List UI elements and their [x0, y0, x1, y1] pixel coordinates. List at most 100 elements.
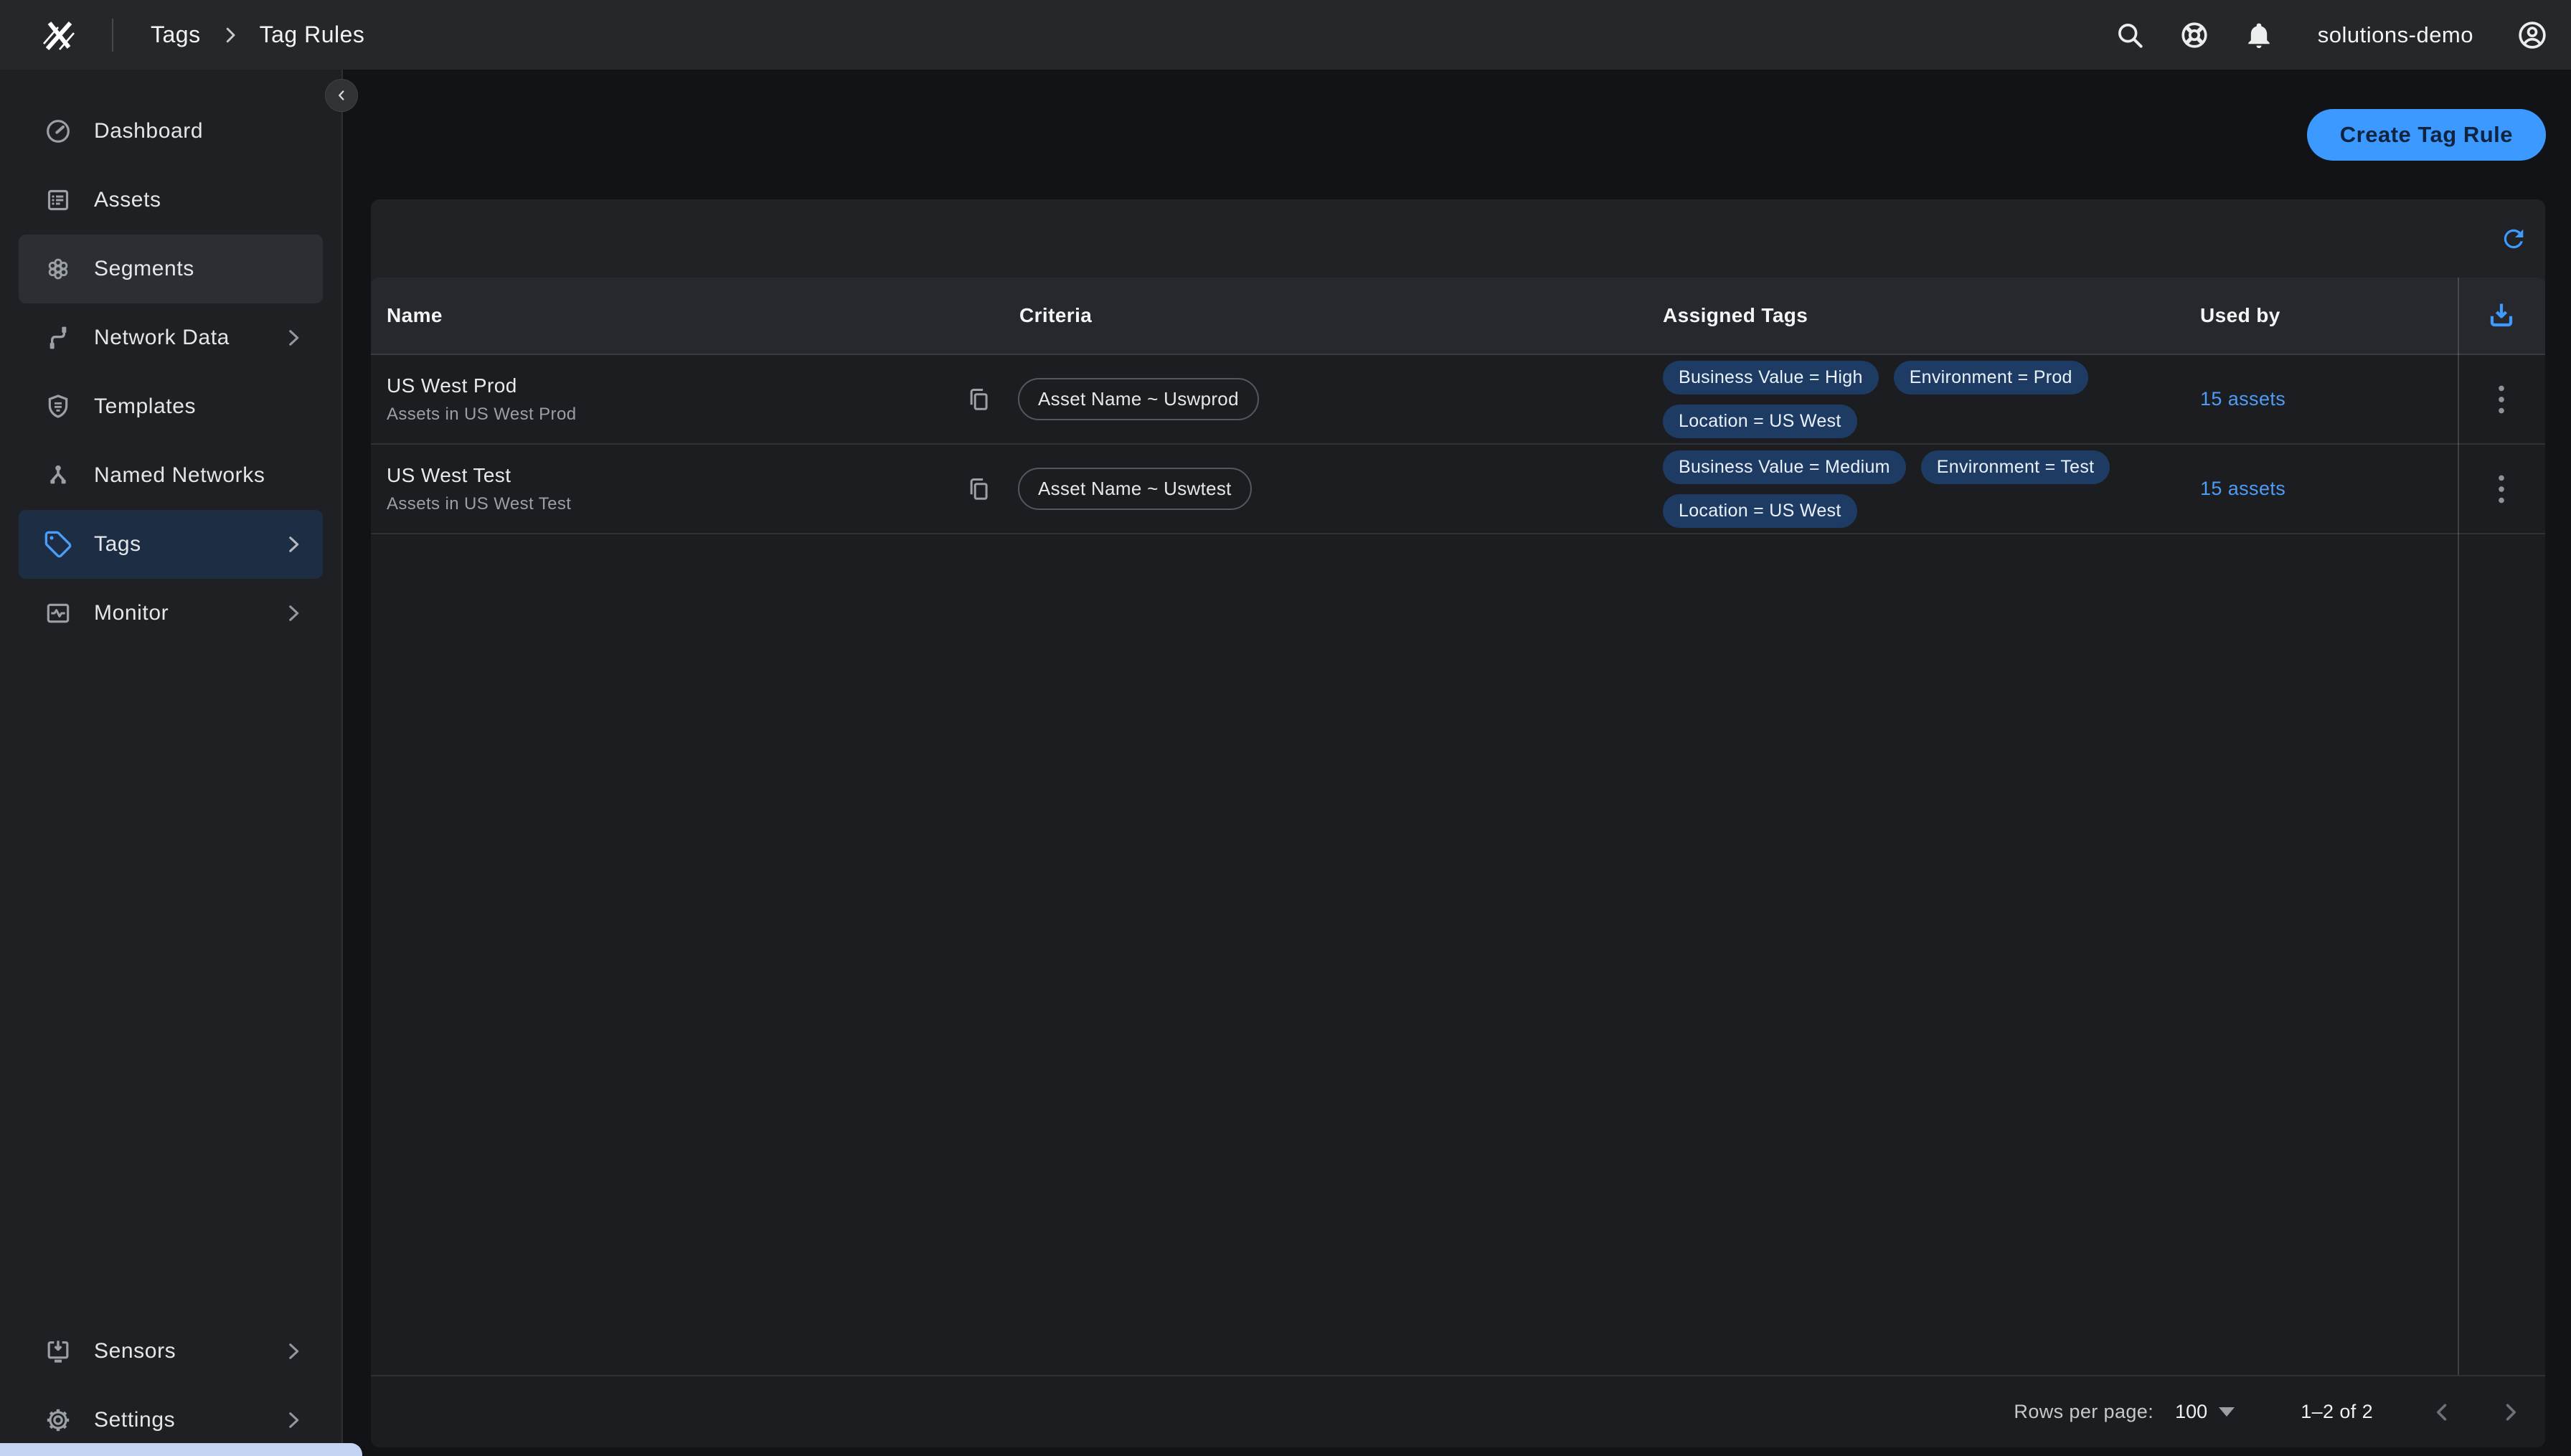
rule-criteria-cell: Asset Name ~ Uswprod [949, 378, 1647, 420]
sidebar-item-segments[interactable]: Segments [19, 235, 323, 303]
assigned-tags-cell: Business Value = Medium Environment = Te… [1647, 450, 2121, 528]
rule-name-cell: US West Test Assets in US West Test [371, 464, 949, 514]
account-icon[interactable] [2516, 19, 2548, 51]
table-header-row: Name Criteria Assigned Tags Used by [371, 278, 2545, 355]
settings-gear-icon [44, 1406, 72, 1434]
sidebar-item-dashboard[interactable]: Dashboard [19, 97, 323, 166]
rule-name-cell: US West Prod Assets in US West Prod [371, 374, 949, 425]
sidebar-nav-bottom: Sensors Settings [0, 1317, 341, 1455]
download-icon[interactable] [2485, 299, 2518, 332]
sidebar: Dashboard Assets [0, 70, 343, 1456]
caret-down-icon [2219, 1407, 2235, 1417]
used-by-link[interactable]: 15 assets [2200, 478, 2285, 499]
breadcrumb-section[interactable]: Tags [151, 22, 201, 48]
sidebar-item-label: Dashboard [94, 119, 323, 143]
refresh-icon[interactable] [2499, 224, 2528, 253]
column-header-actions [2458, 299, 2545, 332]
breadcrumb-separator-icon [220, 24, 241, 46]
main-content: Create Tag Rule Name Criteria Assigned T… [343, 70, 2571, 1456]
column-header-name[interactable]: Name [371, 304, 949, 327]
assigned-tags-cell: Business Value = High Environment = Prod… [1647, 361, 2121, 438]
pagination-range: 1–2 of 2 [2301, 1401, 2373, 1423]
rows-per-page-label: Rows per page: [2014, 1401, 2153, 1423]
sensors-download-icon [44, 1337, 72, 1366]
column-header-assigned-tags[interactable]: Assigned Tags [1647, 304, 2141, 327]
network-data-cable-icon [44, 323, 72, 352]
app-logo-icon[interactable] [42, 16, 76, 54]
tag-chip: Environment = Test [1921, 450, 2110, 484]
appbar-right: solutions-demo [2114, 19, 2548, 51]
column-header-criteria[interactable]: Criteria [949, 304, 1647, 327]
criteria-chip: Asset Name ~ Uswprod [1018, 378, 1259, 420]
tag-icon [44, 530, 72, 559]
rows-per-page-select[interactable]: 100 [2175, 1401, 2235, 1423]
chevron-right-icon [281, 326, 306, 350]
tag-chip: Location = US West [1663, 405, 1857, 438]
help-support-icon[interactable] [2179, 19, 2210, 51]
used-by-link[interactable]: 15 assets [2200, 388, 2285, 410]
tag-chip: Location = US West [1663, 494, 1857, 528]
notifications-bell-icon[interactable] [2243, 19, 2275, 51]
search-icon[interactable] [2114, 19, 2146, 51]
chevron-right-icon [281, 601, 306, 625]
kebab-menu-icon[interactable] [2486, 471, 2517, 508]
used-by-cell: 15 assets [2141, 388, 2458, 410]
column-header-used-by[interactable]: Used by [2141, 304, 2458, 327]
sidebar-collapse-button[interactable] [325, 79, 358, 112]
sidebar-item-label: Assets [94, 188, 323, 212]
chevron-left-icon [334, 88, 349, 103]
sidebar-item-label: Named Networks [94, 463, 323, 488]
table-pagination-bar: Rows per page: 100 1–2 of 2 [371, 1375, 2545, 1447]
sidebar-item-label: Segments [94, 257, 323, 281]
rule-description: Assets in US West Prod [387, 405, 949, 425]
sidebar-item-label: Network Data [94, 326, 281, 350]
sidebar-item-network-data[interactable]: Network Data [19, 303, 323, 372]
appbar-divider [112, 19, 113, 52]
rule-name: US West Test [387, 464, 949, 487]
named-networks-branch-icon [44, 461, 72, 490]
tag-rules-card: Name Criteria Assigned Tags Used by [371, 199, 2545, 1447]
segments-cluster-icon [44, 255, 72, 283]
previous-page-button[interactable] [2429, 1399, 2455, 1425]
breadcrumb: Tags Tag Rules [151, 22, 364, 48]
sidebar-item-sensors[interactable]: Sensors [19, 1317, 323, 1386]
monitor-pulse-icon [44, 599, 72, 628]
table-row[interactable]: US West Test Assets in US West Test Asse… [371, 445, 2545, 534]
sidebar-item-monitor[interactable]: Monitor [19, 579, 323, 648]
username[interactable]: solutions-demo [2318, 22, 2473, 48]
copy-icon[interactable] [965, 476, 992, 503]
app-bar: Tags Tag Rules so [0, 0, 2571, 70]
sidebar-item-label: Templates [94, 394, 323, 419]
criteria-chip: Asset Name ~ Uswtest [1018, 468, 1252, 510]
table-toolbar [371, 199, 2545, 278]
app-window: Tags Tag Rules so [0, 0, 2571, 1456]
dashboard-speedometer-icon [44, 117, 72, 146]
templates-shield-icon [44, 392, 72, 421]
sidebar-item-tags[interactable]: Tags [19, 510, 323, 579]
sidebar-nav: Dashboard Assets [0, 97, 341, 648]
sidebar-item-assets[interactable]: Assets [19, 166, 323, 235]
chevron-right-icon [281, 1339, 306, 1363]
kebab-menu-icon[interactable] [2486, 381, 2517, 418]
appbar-left: Tags Tag Rules [0, 0, 364, 70]
next-page-button[interactable] [2498, 1399, 2524, 1425]
sidebar-item-label: Tags [94, 532, 281, 557]
sidebar-item-named-networks[interactable]: Named Networks [19, 441, 323, 510]
sidebar-item-label: Sensors [94, 1339, 281, 1363]
create-tag-rule-button[interactable]: Create Tag Rule [2307, 109, 2546, 161]
rows-per-page-value: 100 [2175, 1401, 2207, 1423]
rule-description: Assets in US West Test [387, 494, 949, 514]
sidebar-item-label: Monitor [94, 601, 281, 625]
chevron-right-icon [281, 1408, 306, 1432]
row-actions-cell [2458, 381, 2545, 418]
used-by-cell: 15 assets [2141, 478, 2458, 500]
row-actions-cell [2458, 471, 2545, 508]
tag-chip: Environment = Prod [1894, 361, 2088, 394]
table-empty-area [371, 534, 2545, 1375]
actions-column-divider [2458, 278, 2459, 1375]
table-row[interactable]: US West Prod Assets in US West Prod Asse… [371, 355, 2545, 445]
rule-criteria-cell: Asset Name ~ Uswtest [949, 468, 1647, 510]
sidebar-item-templates[interactable]: Templates [19, 372, 323, 441]
tag-chip: Business Value = High [1663, 361, 1879, 394]
copy-icon[interactable] [965, 386, 992, 413]
